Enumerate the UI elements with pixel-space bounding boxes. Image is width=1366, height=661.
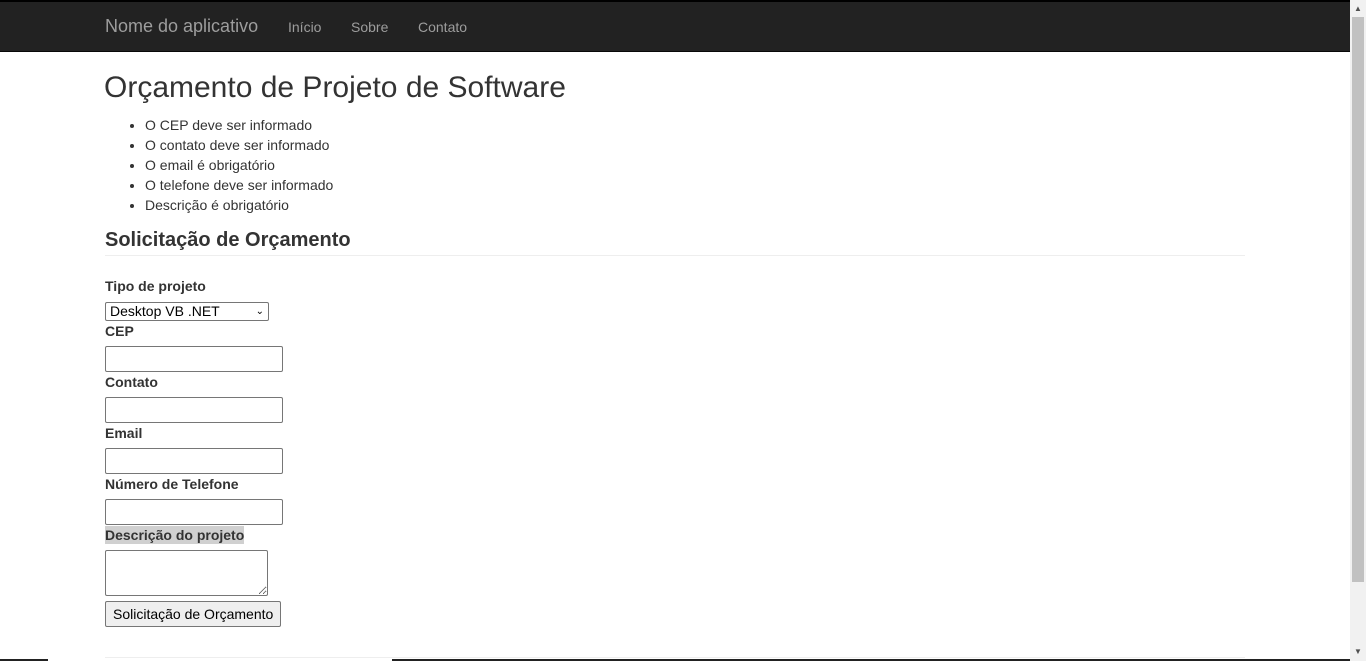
contato-input[interactable] <box>105 397 283 423</box>
scroll-down-icon[interactable]: ▼ <box>1350 645 1366 659</box>
contato-label: Contato <box>105 374 158 390</box>
validation-error: O CEP deve ser informado <box>145 115 333 135</box>
nav-link-contato[interactable]: Contato <box>418 18 467 36</box>
navbar-brand[interactable]: Nome do aplicativo <box>105 16 258 36</box>
cep-input[interactable] <box>105 346 283 372</box>
nav-link-sobre[interactable]: Sobre <box>351 18 388 36</box>
section-title: Solicitação de Orçamento <box>105 229 351 251</box>
footer-divider <box>105 657 1245 658</box>
scroll-up-icon[interactable]: ▲ <box>1350 2 1366 16</box>
descricao-label: Descrição do projeto <box>105 526 245 544</box>
validation-error: O contato deve ser informado <box>145 135 333 155</box>
tipo-projeto-label: Tipo de projeto <box>105 278 206 294</box>
validation-summary: O CEP deve ser informado O contato deve … <box>105 115 333 215</box>
telefone-input[interactable] <box>105 499 283 525</box>
top-navbar: Nome do aplicativo Início Sobre Contato <box>0 0 1350 52</box>
validation-error: O email é obrigatório <box>145 155 333 175</box>
descricao-textarea[interactable] <box>105 550 268 596</box>
email-input[interactable] <box>105 448 283 474</box>
validation-error: O telefone deve ser informado <box>145 175 333 195</box>
section-divider <box>105 255 1245 256</box>
submit-button[interactable]: Solicitação de Orçamento <box>105 601 282 627</box>
telefone-label: Número de Telefone <box>105 476 239 492</box>
nav-link-inicio[interactable]: Início <box>288 18 321 36</box>
page-title: Orçamento de Projeto de Software <box>104 71 566 104</box>
vertical-scrollbar[interactable]: ▲ ▼ <box>1350 0 1366 661</box>
cep-label: CEP <box>105 323 134 339</box>
scroll-thumb[interactable] <box>1352 17 1364 582</box>
email-label: Email <box>105 425 143 441</box>
validation-error: Descrição é obrigatório <box>145 195 333 215</box>
tipo-projeto-select[interactable]: Desktop VB .NET ⌄ <box>105 302 269 321</box>
tipo-projeto-selected-value: Desktop VB .NET <box>110 303 220 319</box>
chevron-down-icon: ⌄ <box>255 306 264 317</box>
